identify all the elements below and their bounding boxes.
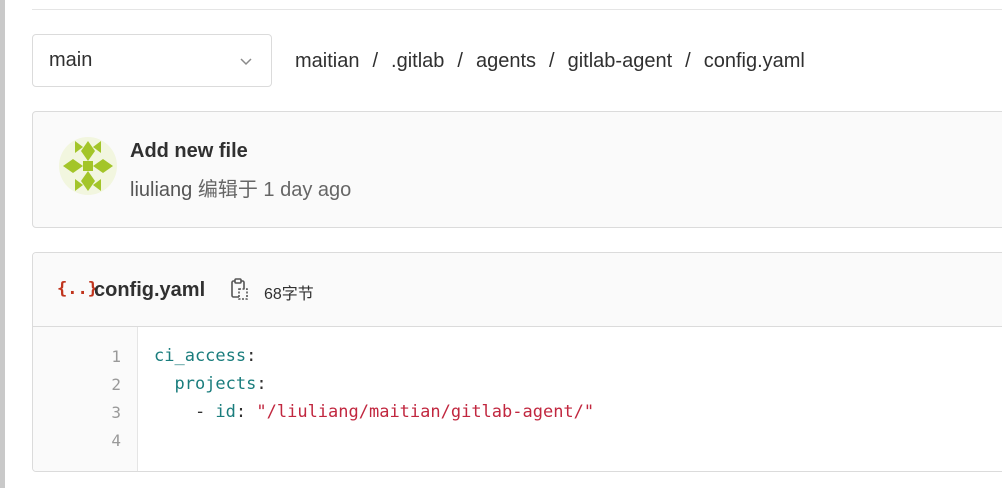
commit-meta: liuliang 编辑于 1 day ago <box>130 173 351 202</box>
breadcrumb-separator: / <box>685 49 691 72</box>
copy-icon[interactable] <box>229 277 251 303</box>
yaml-key: projects <box>174 374 257 394</box>
yaml-key: ci_access <box>154 346 247 366</box>
last-commit-panel: Add new file liuliang 编辑于 1 day ago <box>32 111 1002 228</box>
yaml-key: id <box>215 402 236 422</box>
line-number[interactable]: 3 <box>111 403 121 422</box>
yaml-file-icon: {..} <box>57 279 98 299</box>
breadcrumb-item-maitian[interactable]: maitian <box>295 50 359 73</box>
yaml-string-value: "/liuliang/maitian/gitlab-agent/" <box>256 402 595 422</box>
commit-time: 1 day ago <box>263 179 352 201</box>
code-line: - id: "/liuliang/maitian/gitlab-agent/" <box>154 402 595 422</box>
commit-author[interactable]: liuliang <box>130 179 192 201</box>
file-viewer: {..} config.yaml 68字节 1 2 3 4 ci_access:… <box>32 252 1002 472</box>
file-name: config.yaml <box>94 279 206 301</box>
code-area: 1 2 3 4 ci_access: projects: - id: "/liu… <box>33 327 1002 471</box>
breadcrumb-item-config-yaml[interactable]: config.yaml <box>704 50 805 73</box>
code-line: ci_access: <box>154 346 257 366</box>
left-edge-scrollbar <box>0 0 5 488</box>
branch-dropdown[interactable]: main <box>32 34 272 87</box>
divider <box>32 9 1002 10</box>
line-number[interactable]: 1 <box>111 347 121 366</box>
commit-action: 编辑于 <box>197 179 258 201</box>
breadcrumb-item-gitlab[interactable]: .gitlab <box>391 50 444 73</box>
file-size: 68字节 <box>264 286 314 303</box>
chevron-down-icon <box>240 58 252 66</box>
breadcrumb-separator: / <box>372 49 379 72</box>
branch-dropdown-value: main <box>49 49 93 71</box>
line-number-gutter: 1 2 3 4 <box>33 327 138 471</box>
code-line: projects: <box>174 374 267 394</box>
breadcrumb: maitian / .gitlab / agents / gitlab-agen… <box>295 47 805 75</box>
avatar[interactable] <box>59 137 117 195</box>
file-header: {..} config.yaml 68字节 <box>33 253 1002 327</box>
breadcrumb-separator: / <box>549 49 555 72</box>
breadcrumb-separator: / <box>457 49 463 72</box>
line-number[interactable]: 2 <box>111 375 121 394</box>
line-number[interactable]: 4 <box>111 431 121 450</box>
breadcrumb-item-agents[interactable]: agents <box>476 50 536 73</box>
commit-title[interactable]: Add new file <box>130 140 248 163</box>
breadcrumb-item-gitlab-agent[interactable]: gitlab-agent <box>568 50 673 73</box>
